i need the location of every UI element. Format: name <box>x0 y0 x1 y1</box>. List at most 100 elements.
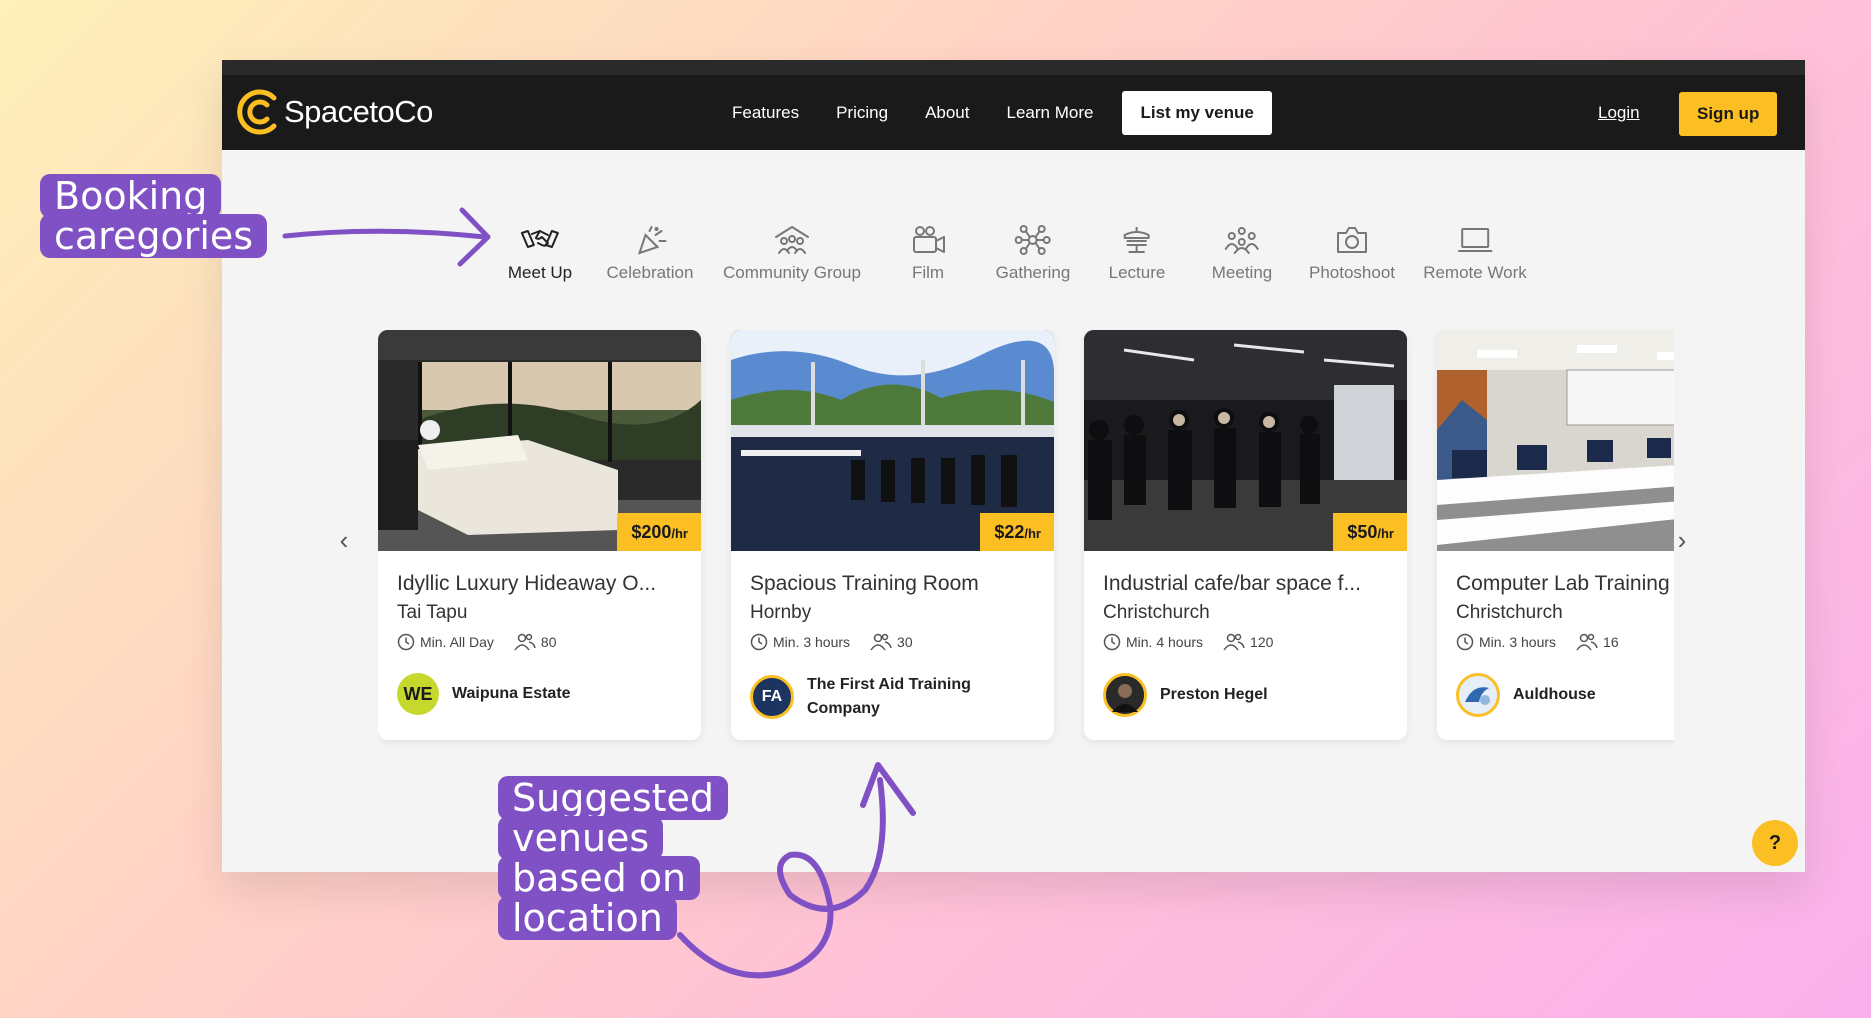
annotation-booking-categories: Booking caregories <box>40 174 268 258</box>
venue-meta: Min. 4 hours 120 <box>1103 633 1273 651</box>
signup-button[interactable]: Sign up <box>1679 92 1778 136</box>
nav-links: Features Pricing About Learn More List m… <box>732 75 1272 150</box>
logo-text: SpacetoCo <box>284 94 433 129</box>
avatar: WE <box>397 673 439 715</box>
venue-location: Christchurch <box>1456 602 1563 623</box>
carousel-prev-button[interactable]: ‹ <box>334 525 354 555</box>
min-duration: Min. All Day <box>420 634 494 650</box>
clock-icon <box>1456 633 1474 651</box>
category-label: Lecture <box>1108 263 1166 282</box>
capacity: 30 <box>897 634 913 650</box>
venue-card[interactable]: $200/hr Idyllic Luxury Hideaway O... Tai… <box>378 330 701 740</box>
clock-icon <box>750 633 768 651</box>
category-celebration[interactable]: Celebration <box>606 225 694 283</box>
people-icon <box>870 633 892 651</box>
people-icon <box>1576 633 1598 651</box>
help-button[interactable]: ? <box>1752 820 1798 866</box>
avatar <box>1103 673 1147 717</box>
app-window: SpacetoCo Features Pricing About Learn M… <box>222 60 1805 872</box>
login-link[interactable]: Login <box>1598 103 1640 123</box>
camera-icon <box>1336 227 1367 253</box>
list-venue-button[interactable]: List my venue <box>1122 90 1272 135</box>
category-gathering[interactable]: Gathering <box>995 225 1071 283</box>
category-film[interactable]: Film <box>908 225 948 283</box>
host-name: Auldhouse <box>1513 686 1596 703</box>
price-badge: $200/hr <box>617 513 701 551</box>
capacity: 16 <box>1603 634 1619 650</box>
avatar: FA <box>750 675 794 719</box>
venue-meta: Min. 3 hours 16 <box>1456 633 1619 651</box>
category-label: Gathering <box>995 263 1071 282</box>
venue-host[interactable]: Auldhouse <box>1456 673 1674 717</box>
venue-card[interactable]: $50/hr Industrial cafe/bar space f... Ch… <box>1084 330 1407 740</box>
navbar: SpacetoCo Features Pricing About Learn M… <box>222 75 1805 150</box>
nav-about[interactable]: About <box>925 103 969 123</box>
category-lecture[interactable]: Lecture <box>1108 225 1166 283</box>
handshake-icon <box>521 230 559 248</box>
nav-features[interactable]: Features <box>732 103 799 123</box>
min-duration: Min. 4 hours <box>1126 634 1204 650</box>
venue-photo: $200/hr <box>378 330 701 551</box>
category-photoshoot[interactable]: Photoshoot <box>1309 225 1395 283</box>
venue-location: Hornby <box>750 602 812 623</box>
venue-meta: Min. 3 hours 30 <box>750 633 913 651</box>
venue-photo <box>1437 330 1674 551</box>
annotation-arrow-venues <box>677 762 916 979</box>
host-name: Preston Hegel <box>1160 686 1268 703</box>
clock-icon <box>397 633 415 651</box>
category-label: Celebration <box>606 263 694 282</box>
price-badge: $50/hr <box>1333 513 1407 551</box>
venue-host[interactable]: Preston Hegel <box>1103 673 1360 717</box>
venue-host[interactable]: WE Waipuna Estate <box>397 673 652 715</box>
annotation-line: caregories <box>40 214 268 258</box>
annotation-arrow-categories <box>282 207 491 267</box>
category-meet-up[interactable]: Meet Up <box>508 225 572 283</box>
auldhouse-logo-icon <box>1459 676 1497 714</box>
logo-icon <box>237 89 277 135</box>
venue-meta: Min. All Day 80 <box>397 633 557 651</box>
venue-title: Industrial cafe/bar space f... <box>1103 572 1361 595</box>
venue-card[interactable]: Computer Lab Training Room Christchurch … <box>1437 330 1674 740</box>
category-remote-work[interactable]: Remote Work <box>1423 225 1527 283</box>
party-popper-icon <box>638 226 667 255</box>
community-group-icon <box>775 226 809 254</box>
venue-title: Computer Lab Training Room <box>1456 572 1674 595</box>
venue-location: Christchurch <box>1103 602 1210 623</box>
category-label: Meet Up <box>507 263 573 282</box>
person-photo-icon <box>1106 676 1144 714</box>
network-nodes-icon <box>1014 225 1051 255</box>
category-label: Photoshoot <box>1308 263 1396 282</box>
category-label: Meeting <box>1211 263 1273 282</box>
venue-card[interactable]: $22/hr Spacious Training Room Hornby Min… <box>731 330 1054 740</box>
capacity: 80 <box>540 634 557 650</box>
venue-title: Spacious Training Room <box>750 572 979 595</box>
annotation-line: Booking <box>40 174 222 218</box>
price-badge: $22/hr <box>980 513 1054 551</box>
film-camera-icon <box>913 226 945 253</box>
category-label: Remote Work <box>1423 263 1527 282</box>
lectern-icon <box>1123 227 1150 253</box>
people-group-icon <box>1224 227 1259 254</box>
nav-learn-more[interactable]: Learn More <box>1007 103 1094 123</box>
capacity: 120 <box>1250 634 1274 650</box>
top-strip <box>222 60 1805 76</box>
avatar <box>1456 673 1500 717</box>
logo[interactable]: SpacetoCo <box>236 88 433 136</box>
host-name: Waipuna Estate <box>452 685 571 702</box>
annotation-line: location <box>498 896 677 940</box>
category-community-group[interactable]: Community Group <box>723 225 861 283</box>
people-icon <box>1223 633 1245 651</box>
venue-photo: $22/hr <box>731 330 1054 551</box>
laptop-icon <box>1457 228 1492 252</box>
venue-photo-image <box>1437 330 1674 551</box>
nav-pricing[interactable]: Pricing <box>836 103 888 123</box>
venue-host[interactable]: FA The First Aid Training Company <box>750 673 1007 721</box>
min-duration: Min. 3 hours <box>1479 634 1557 650</box>
annotation-line: venues <box>498 816 664 860</box>
venue-photo: $50/hr <box>1084 330 1407 551</box>
category-label: Community Group <box>723 263 861 282</box>
venue-title: Idyllic Luxury Hideaway O... <box>397 572 657 595</box>
carousel-next-button[interactable]: › <box>1672 525 1692 555</box>
category-meeting[interactable]: Meeting <box>1212 225 1272 283</box>
min-duration: Min. 3 hours <box>773 634 851 650</box>
